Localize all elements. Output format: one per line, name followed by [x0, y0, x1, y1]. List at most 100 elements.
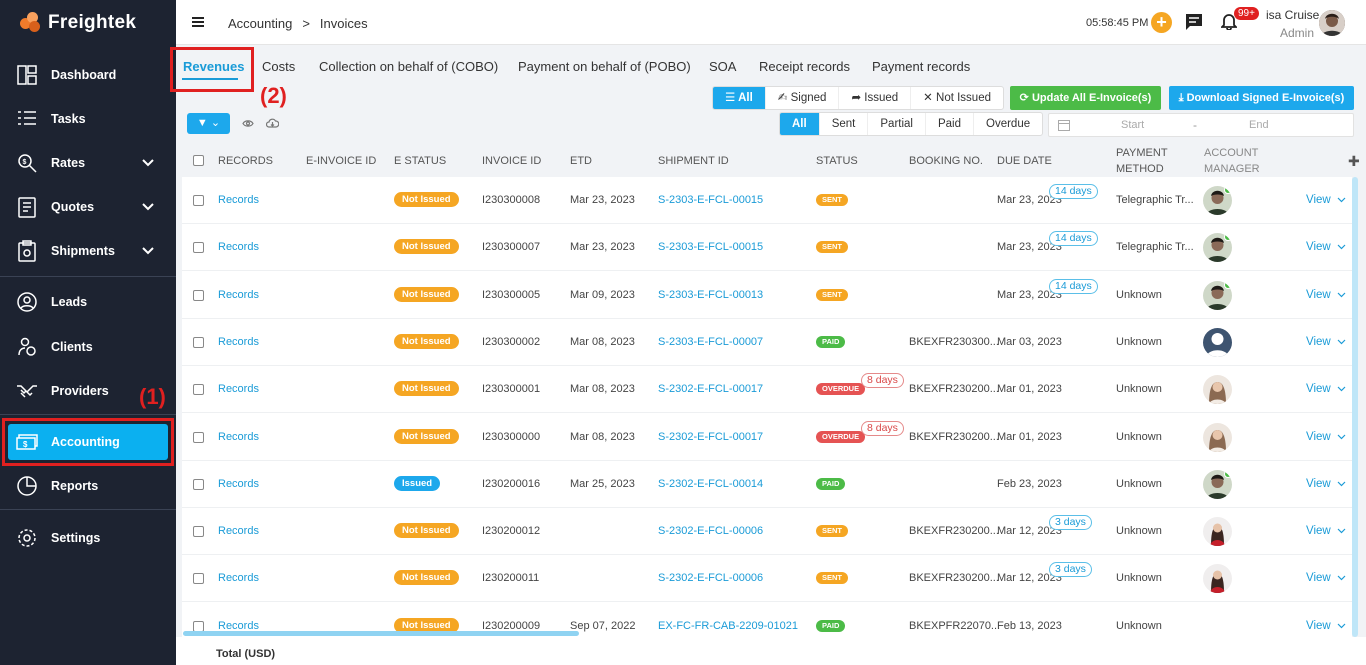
- table-row[interactable]: Records Not Issued I230300007 Mar 23, 2023 S…: [182, 224, 1352, 272]
- chevron-down-icon[interactable]: [1337, 334, 1346, 348]
- avatar[interactable]: [1319, 10, 1345, 36]
- records-link[interactable]: Records: [218, 241, 259, 253]
- col-records[interactable]: RECORDS: [218, 153, 273, 169]
- shipment-id-link[interactable]: S-2302-E-FCL-00017: [658, 431, 763, 443]
- table-row[interactable]: Records Not Issued I230300001 Mar 08, 2023 S…: [182, 366, 1352, 414]
- sidebar-item-dashboard[interactable]: Dashboard: [0, 55, 176, 95]
- sidebar-item-shipments[interactable]: Shipments: [0, 231, 176, 271]
- sidebar-item-clients[interactable]: Clients: [0, 327, 176, 367]
- records-link[interactable]: Records: [218, 525, 259, 537]
- horizontal-scrollbar[interactable]: [183, 631, 579, 636]
- tab-costs[interactable]: Costs: [262, 59, 295, 74]
- shipment-id-link[interactable]: S-2302-E-FCL-00006: [658, 525, 763, 537]
- records-link[interactable]: Records: [218, 383, 259, 395]
- table-row[interactable]: Records Not Issued I230200012 S-2302-E-FCL-…: [182, 508, 1352, 556]
- update-all-einvoice-button[interactable]: ⟳ Update All E-Invoice(s): [1010, 86, 1161, 110]
- row-checkbox[interactable]: [193, 289, 204, 301]
- view-button[interactable]: View: [1306, 431, 1331, 443]
- row-checkbox[interactable]: [193, 573, 204, 585]
- col-shipment-id[interactable]: SHIPMENT ID: [658, 153, 729, 169]
- col-account-manager[interactable]: ACCOUNT MANAGER: [1204, 145, 1264, 177]
- view-button[interactable]: View: [1306, 336, 1331, 348]
- table-row[interactable]: Records Not Issued I230200011 S-2302-E-FCL-…: [182, 555, 1352, 603]
- col-payment-method[interactable]: PAYMENT METHOD: [1116, 145, 1186, 177]
- cloud-download-icon[interactable]: [265, 117, 280, 131]
- select-all-checkbox[interactable]: [193, 155, 204, 166]
- view-button[interactable]: View: [1306, 383, 1331, 395]
- sidebar-item-leads[interactable]: Leads: [0, 282, 176, 322]
- user-name[interactable]: isa Cruise: [1266, 8, 1319, 22]
- tab-pobo[interactable]: Payment on behalf of (POBO): [518, 59, 691, 74]
- add-column-icon[interactable]: ✚: [1348, 153, 1360, 170]
- tab-soa[interactable]: SOA: [709, 59, 736, 74]
- shipment-id-link[interactable]: S-2303-E-FCL-00007: [658, 336, 763, 348]
- sidebar-item-rates[interactable]: $ Rates: [0, 143, 176, 183]
- col-due-date[interactable]: DUE DATE: [997, 153, 1052, 169]
- chevron-down-icon[interactable]: [1337, 570, 1346, 584]
- chevron-down-icon[interactable]: [1337, 239, 1346, 253]
- shipment-id-link[interactable]: S-2302-E-FCL-00017: [658, 383, 763, 395]
- vertical-scrollbar[interactable]: [1352, 177, 1358, 637]
- row-checkbox[interactable]: [193, 478, 204, 490]
- row-checkbox[interactable]: [193, 384, 204, 396]
- col-e-status[interactable]: E STATUS: [394, 153, 446, 169]
- row-checkbox[interactable]: [193, 336, 204, 348]
- view-button[interactable]: View: [1306, 241, 1331, 253]
- brand-logo[interactable]: Freightek: [20, 12, 136, 34]
- einvoice-filter-signed[interactable]: ✍ Signed: [766, 87, 840, 109]
- chevron-down-icon[interactable]: [1337, 192, 1346, 206]
- hamburger-menu-icon[interactable]: [192, 16, 204, 31]
- einvoice-filter-issued[interactable]: ➦ Issued: [839, 87, 912, 109]
- table-row[interactable]: Records Issued I230200016 Mar 25, 2023 S-230…: [182, 460, 1352, 508]
- status-filter-partial[interactable]: Partial: [868, 113, 926, 135]
- chat-icon[interactable]: [1185, 13, 1203, 34]
- col-etd[interactable]: ETD: [570, 153, 592, 169]
- status-filter-paid[interactable]: Paid: [926, 113, 975, 135]
- view-button[interactable]: View: [1306, 572, 1331, 584]
- view-button[interactable]: View: [1306, 478, 1331, 490]
- status-filter-all[interactable]: All: [780, 113, 820, 135]
- chevron-down-icon[interactable]: [1337, 429, 1346, 443]
- row-checkbox[interactable]: [193, 195, 204, 206]
- chevron-down-icon[interactable]: [1337, 523, 1346, 537]
- col-booking-no[interactable]: BOOKING NO.: [909, 153, 983, 169]
- eye-icon[interactable]: [242, 117, 254, 131]
- start-date-input[interactable]: Start: [1121, 119, 1144, 131]
- records-link[interactable]: Records: [218, 572, 259, 584]
- sidebar-item-tasks[interactable]: Tasks: [0, 99, 176, 139]
- shipment-id-link[interactable]: S-2303-E-FCL-00015: [658, 241, 763, 253]
- records-link[interactable]: Records: [218, 194, 259, 206]
- chevron-down-icon[interactable]: [1337, 618, 1346, 632]
- add-icon[interactable]: +: [1151, 12, 1172, 33]
- sidebar-item-settings[interactable]: Settings: [0, 518, 176, 558]
- shipment-id-link[interactable]: S-2303-E-FCL-00013: [658, 289, 763, 301]
- view-button[interactable]: View: [1306, 620, 1331, 632]
- table-row[interactable]: Records Not Issued I230300008 Mar 23, 2023 S…: [182, 177, 1352, 224]
- chevron-down-icon[interactable]: [1337, 476, 1346, 490]
- shipment-id-link[interactable]: EX-FC-FR-CAB-2209-01021: [658, 620, 798, 632]
- records-link[interactable]: Records: [218, 620, 259, 632]
- row-checkbox[interactable]: [193, 242, 204, 254]
- table-row[interactable]: Records Not Issued I230300005 Mar 09, 2023 S…: [182, 271, 1352, 319]
- chevron-down-icon[interactable]: [1337, 381, 1346, 395]
- row-checkbox[interactable]: [193, 526, 204, 538]
- chevron-down-icon[interactable]: [1337, 287, 1346, 301]
- view-button[interactable]: View: [1306, 194, 1331, 206]
- breadcrumb-accounting[interactable]: Accounting: [228, 16, 292, 31]
- tab-cobo[interactable]: Collection on behalf of (COBO): [319, 59, 498, 74]
- status-filter-overdue[interactable]: Overdue: [974, 113, 1042, 135]
- filter-button[interactable]: ▼ ⌄: [187, 113, 230, 134]
- table-row[interactable]: Records Not Issued I230300000 Mar 08, 2023 S…: [182, 413, 1352, 461]
- tab-receipt-records[interactable]: Receipt records: [759, 59, 850, 74]
- sidebar-item-reports[interactable]: Reports: [0, 466, 176, 506]
- table-row[interactable]: Records Not Issued I230300002 Mar 08, 2023 S…: [182, 318, 1352, 366]
- col-status[interactable]: STATUS: [816, 153, 858, 169]
- tab-payment-records[interactable]: Payment records: [872, 59, 970, 74]
- records-link[interactable]: Records: [218, 289, 259, 301]
- records-link[interactable]: Records: [218, 336, 259, 348]
- end-date-input[interactable]: End: [1249, 119, 1269, 131]
- records-link[interactable]: Records: [218, 478, 259, 490]
- download-signed-einvoice-button[interactable]: ⤓ Download Signed E-Invoice(s): [1169, 86, 1354, 110]
- shipment-id-link[interactable]: S-2303-E-FCL-00015: [658, 194, 763, 206]
- status-filter-sent[interactable]: Sent: [820, 113, 869, 135]
